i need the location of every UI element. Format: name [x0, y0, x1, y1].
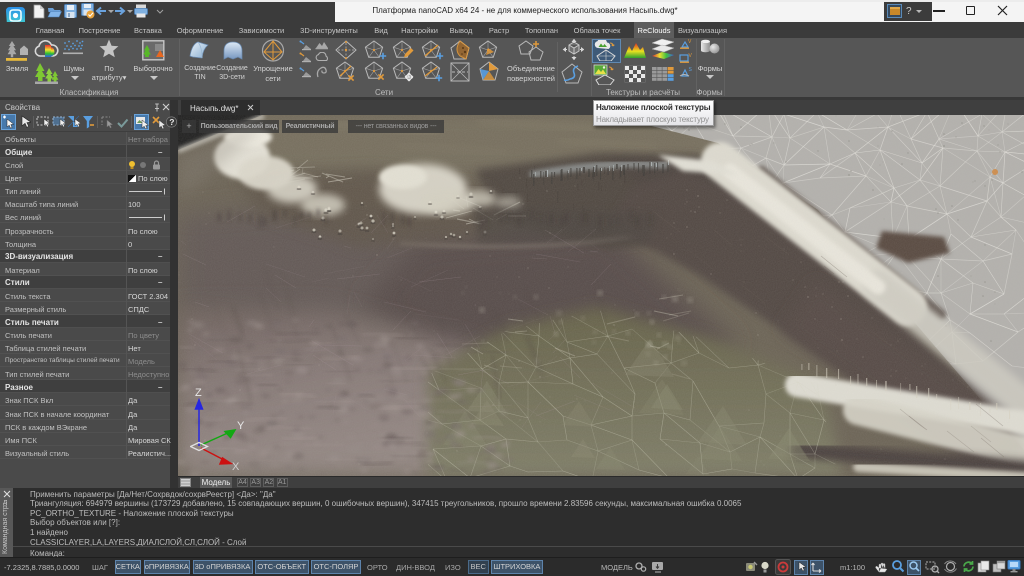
svg-text:V: V [689, 53, 693, 59]
svg-text:Y: Y [237, 420, 245, 432]
svg-text:?: ? [169, 117, 174, 127]
svg-text:X: X [232, 461, 240, 473]
svg-text:V: V [688, 39, 692, 45]
svg-text:S: S [689, 67, 693, 73]
svg-text:Z: Z [195, 387, 202, 399]
